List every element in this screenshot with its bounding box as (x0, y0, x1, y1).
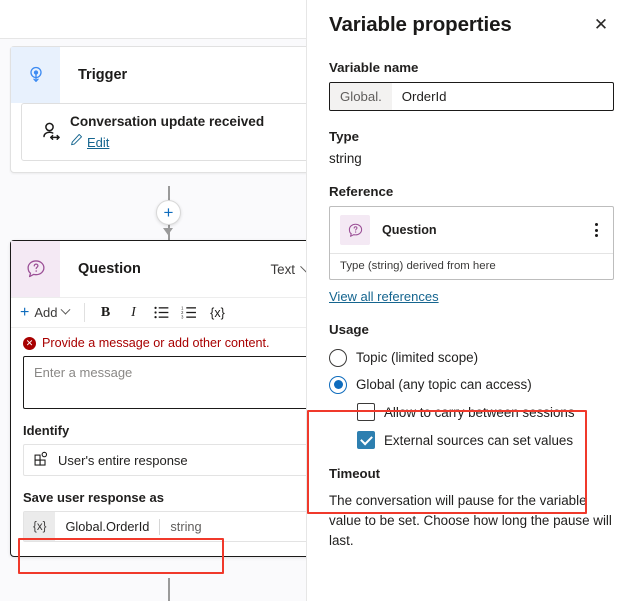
variable-name-prefix: Global. (330, 83, 392, 110)
checkbox-external-sources-row[interactable]: External sources can set values (357, 426, 614, 454)
reference-card-name: Question (382, 223, 437, 237)
identify-selector[interactable]: User's entire response (23, 444, 306, 476)
reference-card-top: Question (330, 207, 613, 253)
type-label: Type (329, 129, 360, 144)
variable-name-label: Variable name (329, 60, 419, 75)
conversation-update-card[interactable]: Conversation update received Edit (21, 103, 306, 162)
usage-option-topic[interactable]: Topic (limited scope) (329, 344, 614, 371)
checkbox-carry-between-sessions-row[interactable]: Allow to carry between sessions (357, 398, 614, 426)
timeout-label: Timeout (329, 466, 381, 481)
flow-connector-arrow (163, 228, 173, 235)
save-response-label: Save user response as (23, 490, 164, 505)
variable-properties-panel: Variable properties ✕ Variable name Glob… (306, 0, 636, 601)
checkbox-external-sources[interactable] (357, 431, 375, 449)
variable-name-input[interactable]: OrderId (392, 83, 613, 110)
usage-label: Usage (329, 322, 369, 337)
conversation-update-icon (32, 119, 70, 145)
question-node-title: Question (78, 261, 141, 277)
pencil-icon (70, 133, 83, 151)
add-content-label: Add (34, 305, 58, 320)
question-rich-text-toolbar: + Add B I 1 2 3 {x} (11, 297, 306, 328)
edit-link[interactable]: Edit (87, 135, 109, 150)
flow-canvas: Trigger Conversation update received Edi… (0, 0, 306, 601)
chevron-down-icon (61, 304, 71, 315)
save-variable-wrapper: {x} Global.OrderId string (23, 511, 306, 542)
panel-header: Variable properties ✕ (329, 0, 614, 42)
close-icon[interactable]: ✕ (588, 12, 614, 38)
variable-badge-icon: {x} (24, 512, 56, 541)
usage-option-topic-label: Topic (limited scope) (356, 350, 479, 365)
reference-label: Reference (329, 184, 394, 199)
question-error: ✕ Provide a message or add other content… (23, 336, 306, 350)
more-vertical-icon[interactable] (588, 219, 605, 241)
checkbox-external-sources-label: External sources can set values (384, 432, 574, 448)
trigger-node[interactable]: Trigger Conversation update received Edi… (10, 46, 306, 174)
canvas-topbar (0, 0, 306, 39)
question-bubble-icon (340, 215, 370, 245)
usage-option-global[interactable]: Global (any topic can access) (329, 371, 614, 398)
reference-card[interactable]: Question Type (string) derived from here (329, 206, 614, 280)
timeout-description: The conversation will pause for the vari… (329, 493, 612, 549)
view-all-references-link[interactable]: View all references (329, 289, 439, 304)
entity-grid-icon (34, 451, 50, 470)
italic-button[interactable]: I (119, 301, 147, 325)
bullet-list-icon[interactable] (147, 301, 175, 325)
bold-button[interactable]: B (91, 301, 119, 325)
conversation-update-text: Conversation update received Edit (70, 113, 306, 151)
radio-global[interactable] (329, 375, 347, 394)
trigger-node-header: Trigger (11, 47, 306, 103)
question-node-content: ✕ Provide a message or add other content… (11, 328, 306, 556)
plus-icon: + (20, 303, 30, 321)
question-bubble-icon (11, 241, 60, 297)
error-circle-icon: ✕ (23, 336, 36, 350)
edit-row[interactable]: Edit (70, 133, 306, 151)
question-type-value: Text (270, 261, 295, 277)
add-node-button[interactable]: + (156, 200, 181, 225)
svg-text:3: 3 (182, 314, 185, 319)
save-variable-chip[interactable]: {x} Global.OrderId string (23, 511, 306, 542)
conversation-update-title: Conversation update received (70, 114, 265, 129)
bottom-connector-line (168, 578, 170, 601)
usage-option-global-label: Global (any topic can access) (356, 377, 532, 392)
add-content-button[interactable]: + Add (20, 303, 78, 321)
message-input[interactable]: Enter a message (23, 356, 306, 409)
checkbox-carry-between-sessions[interactable] (357, 403, 375, 421)
identify-value: User's entire response (58, 452, 188, 468)
trigger-node-body: Conversation update received Edit (11, 103, 306, 172)
numbered-list-icon[interactable]: 1 2 3 (175, 301, 203, 325)
page-title: Variable properties (329, 13, 512, 36)
trigger-bolt-icon (11, 47, 60, 103)
question-node-header: Question Text (11, 241, 306, 297)
reference-card-note: Type (string) derived from here (330, 253, 613, 279)
save-variable-name: Global.OrderId (65, 519, 150, 534)
question-node[interactable]: Question Text + Add B I 1 2 3 {x} ✕ Prov… (10, 240, 306, 557)
question-type-selector[interactable]: Text (270, 241, 306, 297)
radio-topic[interactable] (329, 348, 347, 367)
type-value: string (329, 151, 362, 166)
identify-label: Identify (23, 423, 70, 438)
save-variable-type: string (170, 519, 202, 534)
insert-variable-button[interactable]: {x} (203, 301, 231, 325)
question-error-text: Provide a message or add other content. (42, 336, 270, 350)
variable-name-field[interactable]: Global. OrderId (329, 82, 614, 111)
toolbar-divider (84, 303, 86, 322)
trigger-node-title: Trigger (78, 67, 128, 83)
checkbox-carry-between-sessions-label: Allow to carry between sessions (384, 404, 575, 420)
app-root: Trigger Conversation update received Edi… (0, 0, 636, 601)
